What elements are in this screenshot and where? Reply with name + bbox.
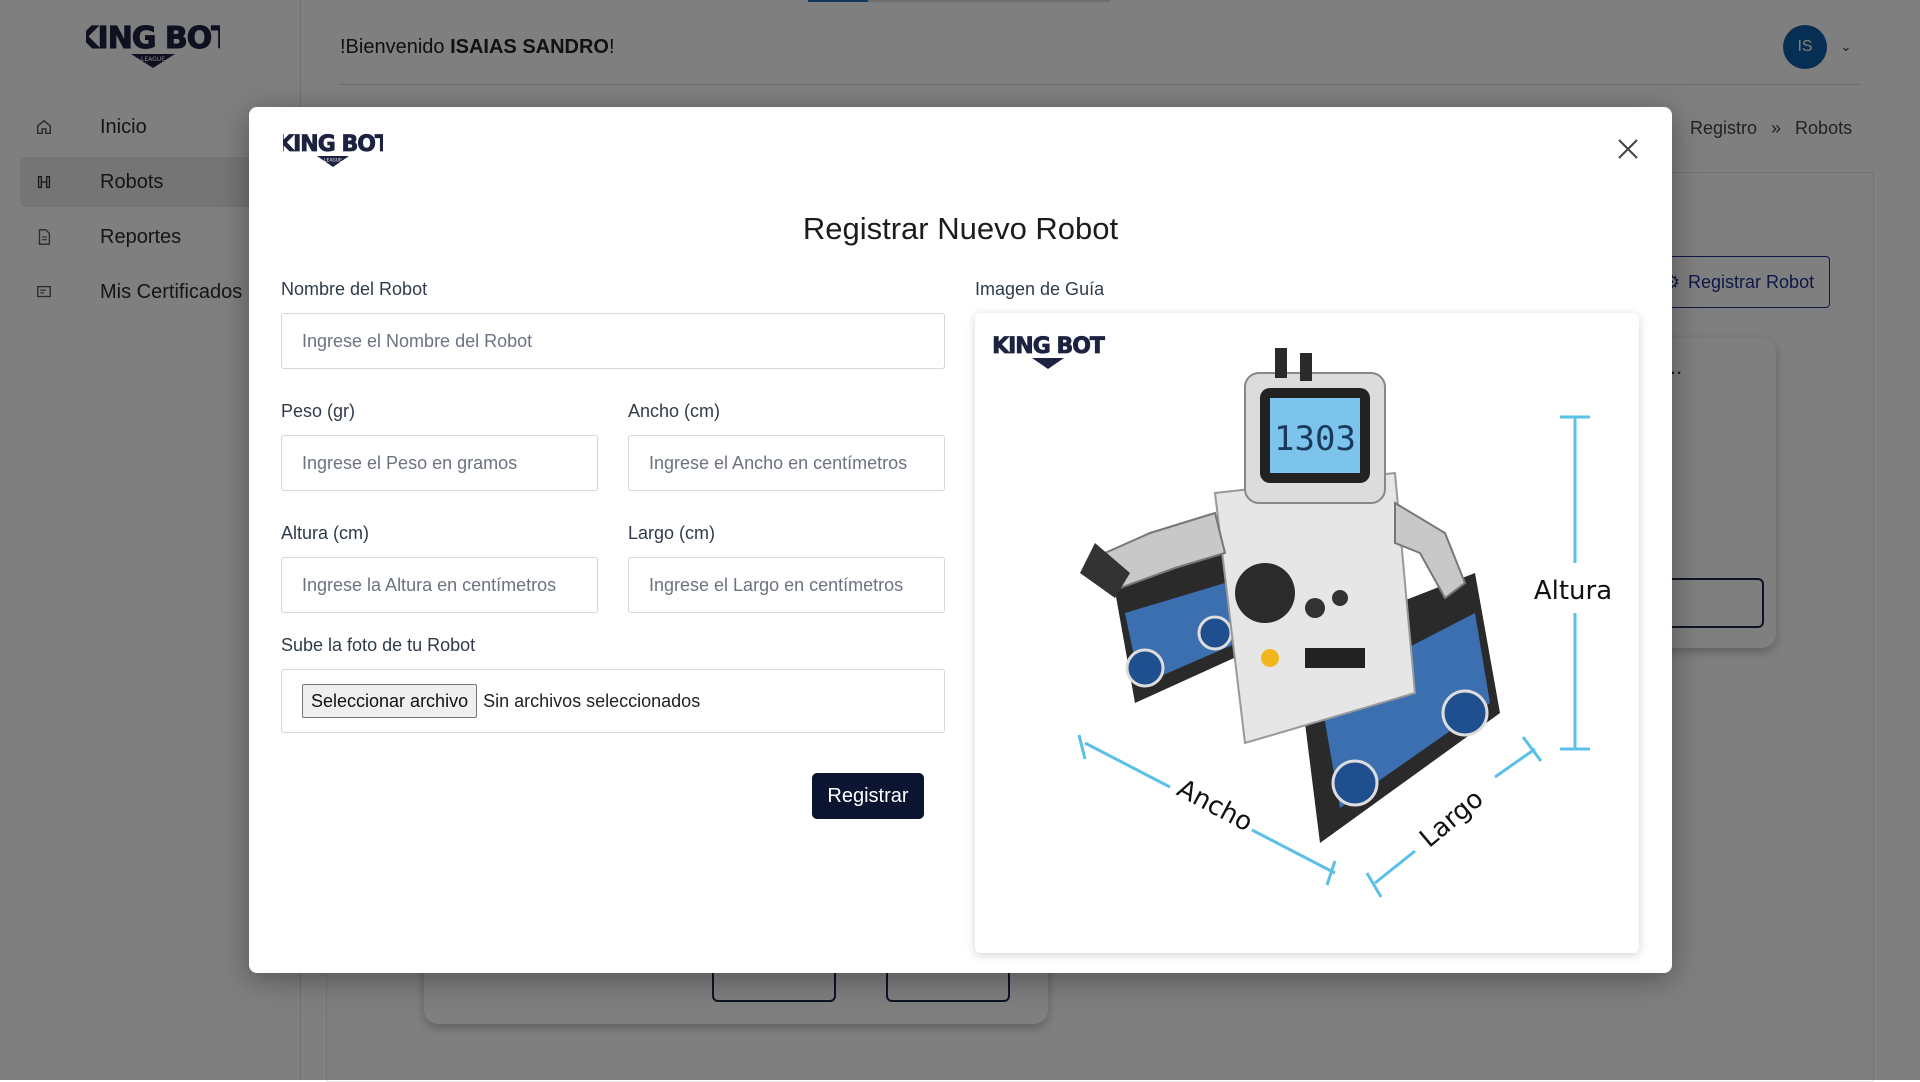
- register-robot-modal: KING BOT LEAGUE Registrar Nuevo Robot No…: [249, 107, 1672, 973]
- height-input[interactable]: [281, 557, 598, 613]
- width-dimension-label: Ancho: [1172, 774, 1258, 838]
- height-dimension-label: Altura: [1534, 576, 1612, 606]
- width-input[interactable]: [628, 435, 945, 491]
- robot-display-digits: 1303: [1274, 419, 1356, 459]
- close-icon[interactable]: [1610, 131, 1646, 167]
- modal-title: Registrar Nuevo Robot: [802, 211, 1119, 246]
- photo-label: Sube la foto de tu Robot: [281, 635, 476, 655]
- robot-illustration: 1303: [1080, 348, 1500, 843]
- weight-label: Peso (gr): [281, 401, 356, 421]
- modal-logo: KING BOT LEAGUE: [277, 125, 391, 174]
- robot-name-input[interactable]: [281, 313, 945, 369]
- guide-image-label: Imagen de Guía: [975, 279, 1105, 299]
- robot-name-label: Nombre del Robot: [281, 279, 428, 299]
- choose-file-button[interactable]: Seleccionar archivo: [302, 684, 478, 718]
- width-label: Ancho (cm): [628, 401, 721, 421]
- file-status: Sin archivos seleccionados: [483, 690, 701, 711]
- length-label: Largo (cm): [628, 523, 716, 543]
- modal-logo-text: KING BOT: [283, 132, 383, 157]
- length-dimension-label: Largo: [1414, 784, 1489, 854]
- height-label: Altura (cm): [281, 523, 370, 543]
- submit-button[interactable]: Registrar: [812, 773, 924, 819]
- weight-input[interactable]: [281, 435, 598, 491]
- length-input[interactable]: [628, 557, 945, 613]
- photo-file-input: Seleccionar archivo Sin archivos selecci…: [281, 669, 945, 733]
- modal-logo-sub: LEAGUE: [324, 158, 342, 164]
- guide-logo: KING BOT: [992, 334, 1106, 369]
- guide-image: KING BOT 1303 Altura Ancho Largo: [975, 313, 1639, 953]
- guide-logo-text: KING BOT: [992, 334, 1105, 359]
